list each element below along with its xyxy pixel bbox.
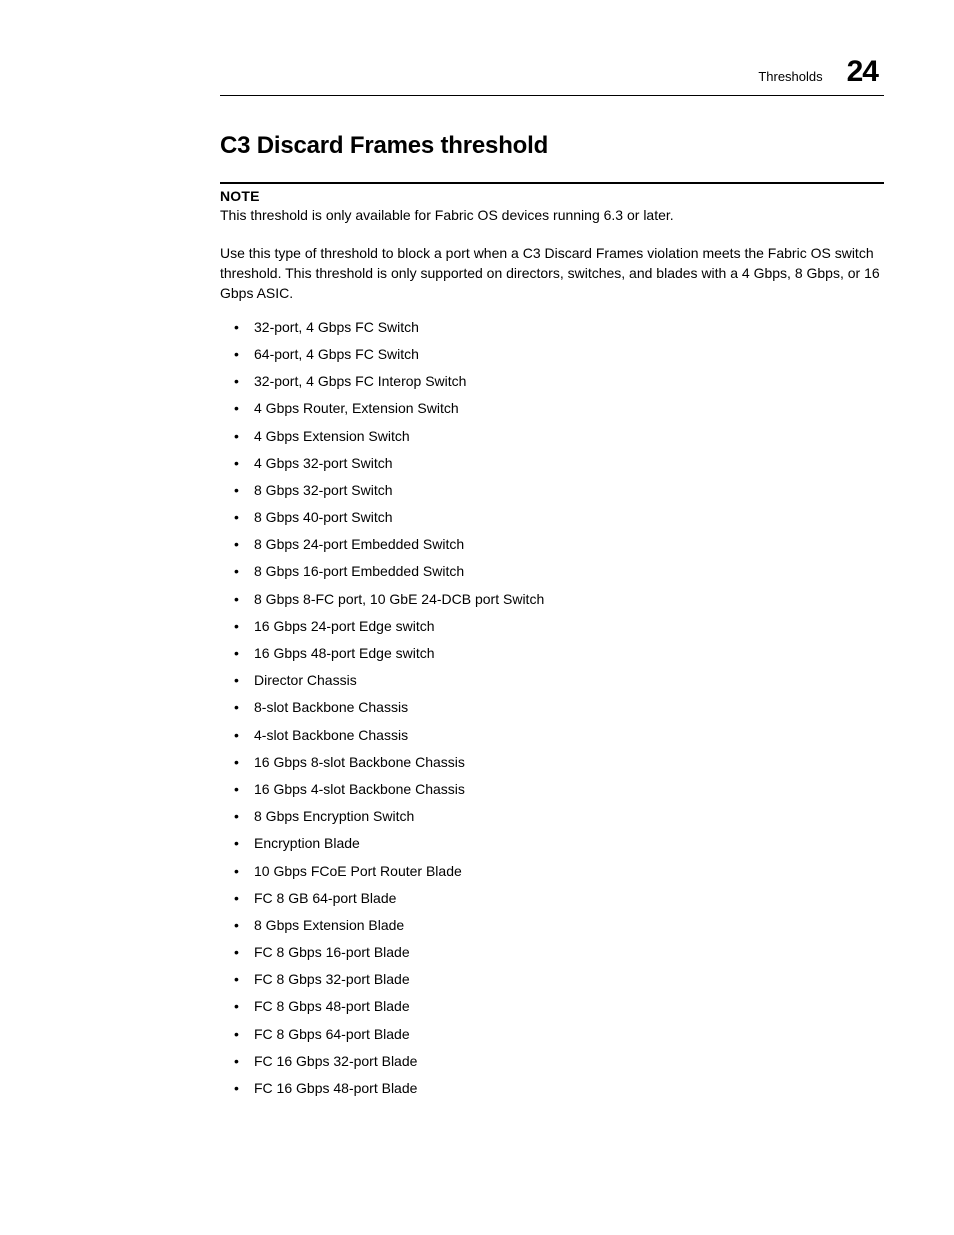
list-item: 64-port, 4 Gbps FC Switch: [220, 345, 884, 372]
list-item: FC 16 Gbps 32-port Blade: [220, 1052, 884, 1079]
list-item: 16 Gbps 48-port Edge switch: [220, 644, 884, 671]
header-rule: [220, 95, 884, 96]
list-item: 8 Gbps 24-port Embedded Switch: [220, 535, 884, 562]
list-item: FC 16 Gbps 48-port Blade: [220, 1079, 884, 1106]
page-title: C3 Discard Frames threshold: [220, 132, 884, 160]
list-item: 16 Gbps 8-slot Backbone Chassis: [220, 753, 884, 780]
page-content: Thresholds 24 C3 Discard Frames threshol…: [0, 0, 954, 1166]
chapter-number: 24: [847, 55, 878, 89]
list-item: 4 Gbps 32-port Switch: [220, 454, 884, 481]
list-item: 32-port, 4 Gbps FC Interop Switch: [220, 372, 884, 399]
list-item: FC 8 Gbps 16-port Blade: [220, 943, 884, 970]
list-item: 8 Gbps Extension Blade: [220, 916, 884, 943]
device-list: 32-port, 4 Gbps FC Switch64-port, 4 Gbps…: [220, 318, 884, 1106]
note-text: This threshold is only available for Fab…: [220, 206, 884, 225]
list-item: 8 Gbps 16-port Embedded Switch: [220, 562, 884, 589]
list-item: 8 Gbps 40-port Switch: [220, 508, 884, 535]
note-label: NOTE: [220, 188, 884, 204]
list-item: FC 8 Gbps 48-port Blade: [220, 997, 884, 1024]
note-rule: [220, 182, 884, 184]
list-item: 4-slot Backbone Chassis: [220, 726, 884, 753]
list-item: Encryption Blade: [220, 834, 884, 861]
list-item: 10 Gbps FCoE Port Router Blade: [220, 862, 884, 889]
list-item: 16 Gbps 24-port Edge switch: [220, 617, 884, 644]
list-item: 8-slot Backbone Chassis: [220, 698, 884, 725]
list-item: FC 8 Gbps 64-port Blade: [220, 1025, 884, 1052]
list-item: 8 Gbps 8-FC port, 10 GbE 24-DCB port Swi…: [220, 590, 884, 617]
list-item: 32-port, 4 Gbps FC Switch: [220, 318, 884, 345]
intro-paragraph: Use this type of threshold to block a po…: [220, 243, 884, 304]
running-header: Thresholds 24: [220, 55, 884, 89]
list-item: 4 Gbps Extension Switch: [220, 427, 884, 454]
list-item: 4 Gbps Router, Extension Switch: [220, 399, 884, 426]
list-item: FC 8 Gbps 32-port Blade: [220, 970, 884, 997]
list-item: 8 Gbps Encryption Switch: [220, 807, 884, 834]
list-item: 8 Gbps 32-port Switch: [220, 481, 884, 508]
header-section: Thresholds: [758, 69, 822, 84]
list-item: Director Chassis: [220, 671, 884, 698]
list-item: 16 Gbps 4-slot Backbone Chassis: [220, 780, 884, 807]
list-item: FC 8 GB 64-port Blade: [220, 889, 884, 916]
